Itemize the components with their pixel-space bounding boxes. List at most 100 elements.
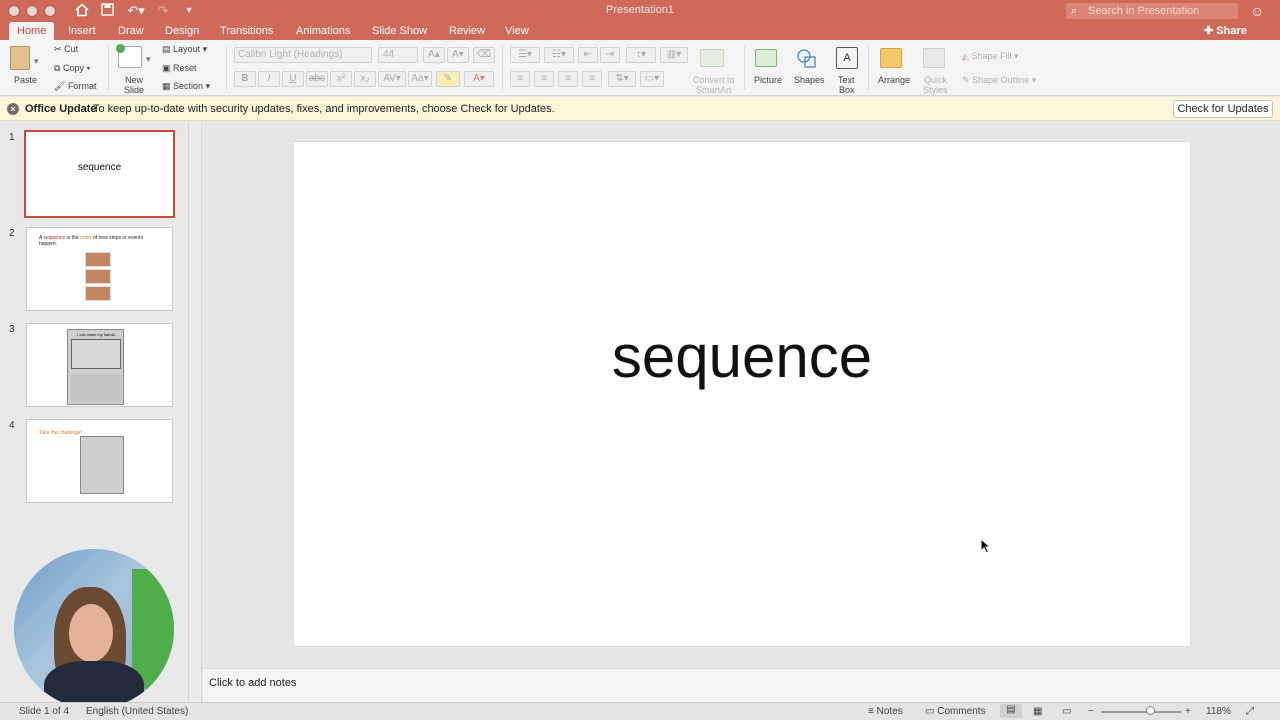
zoom-window-button[interactable] [44, 5, 56, 17]
current-slide[interactable]: sequence [294, 142, 1190, 646]
font-size-select[interactable]: 44 [378, 47, 418, 63]
text-box-label-1[interactable]: Text [838, 75, 855, 85]
layout-button[interactable]: ▤ Layout ▾ [162, 44, 207, 55]
notes-placeholder: Click to add notes [209, 677, 297, 689]
copy-button[interactable]: ⧉ Copy ▾ [54, 63, 90, 74]
section-button[interactable]: ▦ Section ▾ [162, 81, 210, 92]
notes-toggle-button[interactable]: ≡ Notes [868, 706, 903, 717]
undo-icon[interactable]: ↶▾ [124, 3, 148, 19]
layout-label: Layout [173, 44, 201, 54]
char-spacing-icon[interactable]: AV▾ [378, 71, 406, 87]
tab-view[interactable]: View [497, 22, 537, 40]
picture-label[interactable]: Picture [754, 75, 782, 85]
shapes-icon[interactable] [796, 47, 818, 69]
font-name-select[interactable]: Calibri Light (Headings) [234, 47, 372, 63]
feedback-smiley-icon[interactable]: ☺ [1250, 3, 1264, 19]
close-window-button[interactable] [8, 5, 20, 17]
align-center-icon[interactable]: ≡ [534, 71, 554, 87]
text-direction-icon[interactable]: ⇅▾ [608, 71, 636, 87]
underline-icon[interactable]: U [282, 71, 304, 87]
shapes-label[interactable]: Shapes [794, 75, 825, 85]
numbering-icon[interactable]: ☷▾ [544, 47, 574, 63]
thumb-text: sequence [77, 162, 122, 173]
slide-thumbnail-1[interactable]: sequence [24, 130, 175, 218]
align-right-icon[interactable]: ≡ [558, 71, 578, 87]
format-label: Format [67, 81, 97, 91]
notes-pane[interactable]: Click to add notes [203, 668, 1280, 702]
bullets-icon[interactable]: ☰▾ [510, 47, 540, 63]
customize-toolbar-icon[interactable]: ▾ [182, 3, 196, 19]
paste-label[interactable]: Paste [14, 75, 37, 85]
italic-icon[interactable]: I [258, 71, 280, 87]
clear-formatting-icon[interactable]: ⌫ [473, 47, 495, 63]
language-indicator[interactable]: English (United States) [86, 706, 188, 717]
justify-icon[interactable]: ≡ [582, 71, 602, 87]
slide-title[interactable]: sequence [294, 322, 1190, 391]
paste-icon[interactable] [10, 46, 30, 70]
tab-draw[interactable]: Draw [110, 22, 152, 40]
panel-splitter[interactable] [188, 122, 202, 702]
slide-sorter-icon[interactable]: ▦ [1033, 706, 1042, 717]
normal-view-icon[interactable]: ▤ [1000, 704, 1022, 718]
format-painter-button[interactable]: 🖌 Format [54, 81, 96, 92]
fit-to-window-icon[interactable]: ⤢ [1246, 706, 1254, 717]
paste-dropdown-icon[interactable]: ▾ [34, 56, 39, 67]
superscript-icon[interactable]: x² [330, 71, 352, 87]
highlight-icon[interactable]: ✎ [436, 71, 460, 87]
new-slide-label-1[interactable]: New [125, 75, 143, 85]
text-box-label-2[interactable]: Box [839, 85, 855, 95]
check-for-updates-button[interactable]: Check for Updates [1173, 100, 1273, 118]
minimize-window-button[interactable] [26, 5, 38, 17]
reset-button[interactable]: ▣ Reset [162, 63, 197, 74]
thumb-text: Take the challenge! [39, 430, 83, 436]
decrease-indent-icon[interactable]: ⇤ [578, 47, 598, 63]
arrange-icon[interactable] [880, 48, 902, 68]
add-person-icon: ✚ [1204, 25, 1214, 37]
zoom-out-button[interactable]: − [1088, 706, 1094, 717]
text-box-icon[interactable]: A [836, 47, 858, 69]
line-spacing-icon[interactable]: ↕▾ [626, 47, 656, 63]
home-icon[interactable] [74, 3, 90, 19]
new-slide-label-2[interactable]: Slide [124, 85, 144, 95]
decrease-font-size-icon[interactable]: A▾ [447, 47, 469, 63]
ribbon-home: ▾ Paste ✂ Cut ⧉ Copy ▾ 🖌 Format ▾ New Sl… [0, 40, 1280, 96]
columns-icon[interactable]: ▥▾ [660, 47, 688, 63]
align-text-icon[interactable]: ▭▾ [640, 71, 664, 87]
increase-font-size-icon[interactable]: A▴ [423, 47, 445, 63]
tab-review[interactable]: Review [441, 22, 493, 40]
comments-toggle-button[interactable]: ▭ Comments [925, 706, 986, 717]
tab-slide-show[interactable]: Slide Show [364, 22, 435, 40]
cut-button[interactable]: ✂ Cut [54, 44, 78, 55]
picture-icon[interactable] [755, 49, 777, 67]
slide-thumbnail-3[interactable]: I can wash my hands. [26, 323, 173, 407]
strikethrough-icon[interactable]: abc [306, 71, 328, 87]
slide-thumbnail-2[interactable]: A sequence is the order of how steps or … [26, 227, 173, 311]
zoom-in-button[interactable]: + [1185, 706, 1191, 717]
save-icon[interactable] [99, 3, 115, 19]
tab-animations[interactable]: Animations [288, 22, 358, 40]
new-slide-icon[interactable] [116, 44, 142, 68]
font-color-icon[interactable]: A▾ [464, 71, 494, 87]
thumb-worksheet-image: I can wash my hands. [67, 329, 124, 405]
thumb-text: I can wash my hands. [77, 332, 116, 337]
tab-transitions[interactable]: Transitions [212, 22, 281, 40]
align-left-icon[interactable]: ≡ [510, 71, 530, 87]
zoom-slider[interactable] [1101, 711, 1181, 713]
share-button[interactable]: ✚ Share [1204, 22, 1247, 40]
reading-view-icon[interactable]: ▭ [1062, 706, 1071, 717]
arrange-label[interactable]: Arrange [878, 75, 910, 85]
tab-insert[interactable]: Insert [60, 22, 104, 40]
search-input[interactable]: ⌕ Search in Presentation [1066, 3, 1238, 19]
new-slide-dropdown-icon[interactable]: ▾ [146, 54, 151, 65]
slide-thumbnail-4[interactable]: Take the challenge! [26, 419, 173, 503]
slide-number: 2 [9, 228, 15, 239]
zoom-level[interactable]: 118% [1206, 706, 1231, 717]
increase-indent-icon[interactable]: ⇥ [600, 47, 620, 63]
bold-icon[interactable]: B [234, 71, 256, 87]
tab-design[interactable]: Design [157, 22, 207, 40]
dismiss-update-icon[interactable]: × [7, 103, 19, 115]
change-case-icon[interactable]: Aa▾ [408, 71, 432, 87]
zoom-slider-thumb[interactable] [1145, 706, 1155, 715]
subscript-icon[interactable]: x₂ [354, 71, 376, 87]
tab-home[interactable]: Home [9, 22, 55, 40]
